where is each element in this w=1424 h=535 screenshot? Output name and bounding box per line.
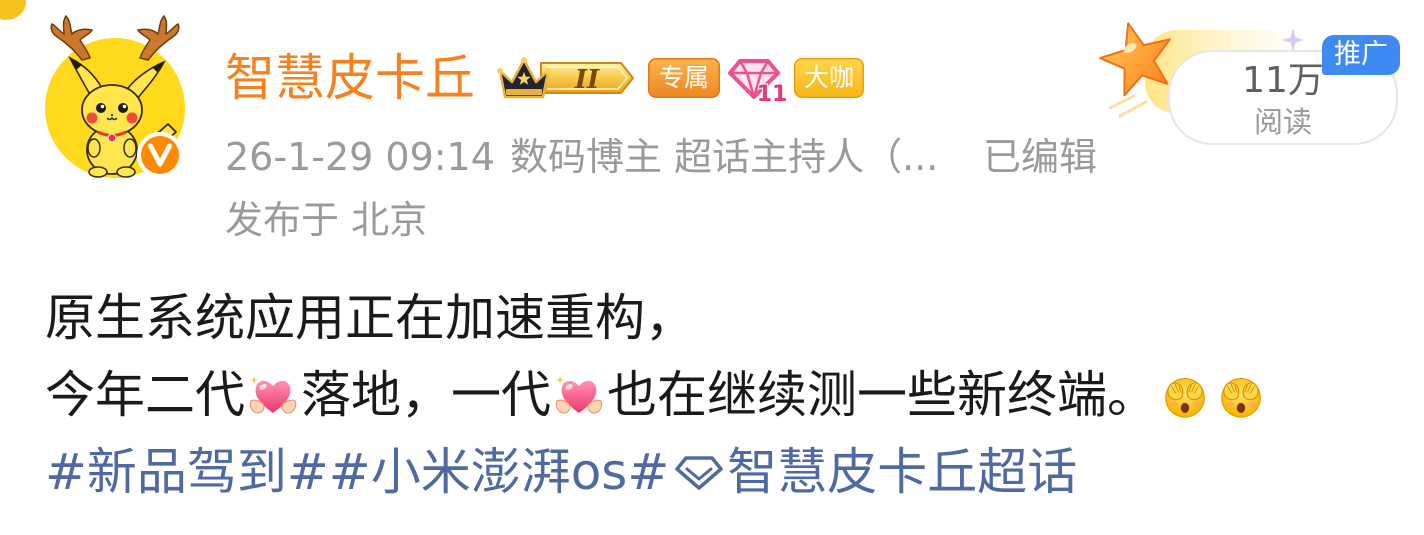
exclusive-badge[interactable]: 专属 <box>648 58 720 98</box>
hashtag-link[interactable]: #新品驾到# <box>45 443 329 501</box>
face-covering-eyes-emoji <box>1221 377 1261 418</box>
content-line: 今年二代 落地，一代 也在继续测一些新终端。 <box>45 357 1269 434</box>
hashtag-link[interactable]: #小米澎湃os# <box>329 443 669 501</box>
heart-hands-emoji <box>555 375 603 414</box>
diamond-level-text: 11 <box>757 82 786 103</box>
edited-link[interactable]: 已编辑 <box>983 135 1097 179</box>
pink-diamond-icon[interactable]: 11 <box>728 55 786 103</box>
content-text: 也在继续测一些新终端。 <box>607 366 1157 424</box>
heart-hands-emoji <box>249 375 297 414</box>
read-label: 阅读 <box>1253 105 1312 139</box>
author-title: 数码博主 超话主持人（... <box>510 135 939 179</box>
content-text: 落地，一代 <box>301 366 551 424</box>
frame-corner-decoration <box>0 0 26 20</box>
post-content: 原生系统应用正在加速重构， 今年二代 落地，一代 也在继续测一些新终端。 #新品… <box>45 280 1269 511</box>
crown-level-text: II <box>574 65 600 95</box>
avatar[interactable] <box>38 12 198 187</box>
super-topic-diamond-icon[interactable] <box>675 454 723 492</box>
sparkle-icon <box>1282 28 1304 52</box>
post-time[interactable]: 26-1-29 09:14 <box>225 135 495 179</box>
post-location: 发布于 北京 <box>225 198 428 242</box>
content-line: 原生系统应用正在加速重构， <box>45 280 1269 357</box>
content-text: 原生系统应用正在加速重构， <box>45 289 695 347</box>
content-text: 今年二代 <box>45 366 245 424</box>
username[interactable]: 智慧皮卡丘 <box>225 48 475 108</box>
promo-tag: 推广 <box>1322 35 1400 75</box>
big-shot-badge[interactable]: 大咖 <box>794 58 864 98</box>
verified-v-icon <box>137 132 183 178</box>
super-topic-link[interactable]: 智慧皮卡丘超话 <box>727 443 1077 501</box>
face-covering-eyes-emoji <box>1165 377 1205 418</box>
crown-level-badge[interactable]: II <box>497 55 635 101</box>
topics-line: #新品驾到##小米澎湃os# 智慧皮卡丘超话 <box>45 434 1269 511</box>
